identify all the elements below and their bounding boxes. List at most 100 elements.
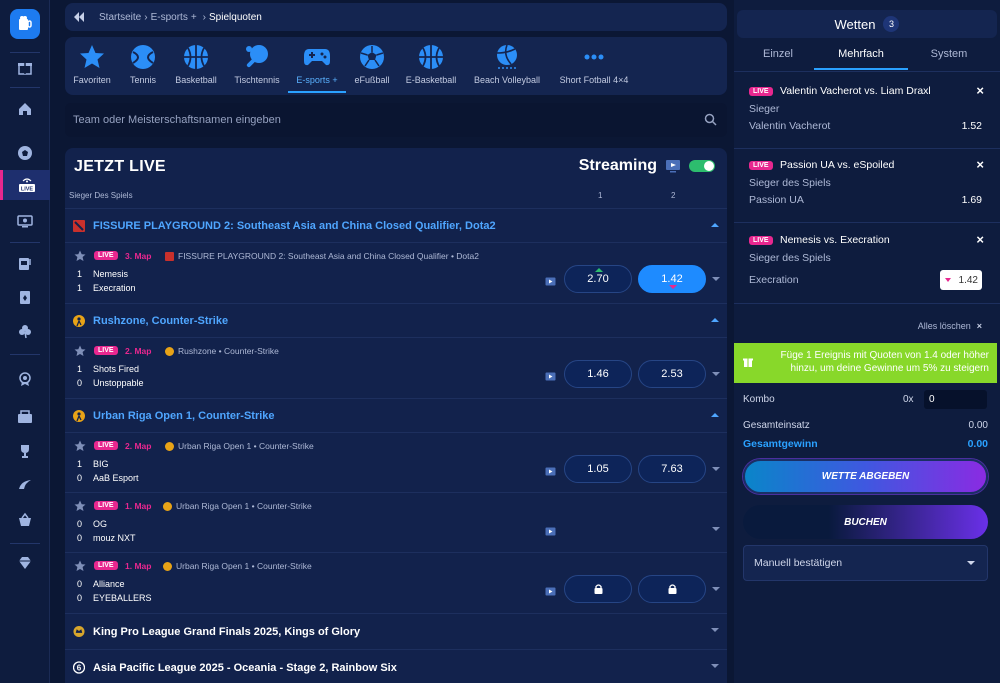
league-header[interactable]: Rushzone, Counter-Strike [65, 303, 727, 337]
live-panel: JETZT LIVE Streaming Sieger Des Spiels 1… [65, 148, 727, 683]
rail-cards[interactable] [0, 282, 50, 312]
league-header[interactable]: Urban Riga Open 1, Counter-Strike [65, 398, 727, 432]
sport-tab-beach-volleyball[interactable]: Beach Volleyball [471, 43, 543, 93]
match-row[interactable]: LIVE 3. Map FISSURE PLAYGROUND 2: Southe… [65, 242, 727, 302]
sport-tab-short-fotball[interactable]: Short Fotball 4×4 [557, 43, 631, 93]
rail-badge[interactable] [0, 364, 50, 394]
favorite-star-icon[interactable] [74, 345, 86, 357]
league-name: Urban Riga Open 1, Counter-Strike [93, 409, 275, 422]
manual-confirm-select[interactable]: Manuell bestätigen [743, 545, 988, 581]
rail-promo[interactable] [0, 470, 50, 500]
rail-shop[interactable] [0, 505, 50, 535]
rail-tickets[interactable] [0, 402, 50, 432]
league-header[interactable]: King Pro League Grand Finals 2025, Kings… [65, 613, 727, 649]
chevron-up-icon[interactable] [711, 316, 719, 324]
rail-gift[interactable] [0, 52, 50, 82]
bet-market: Sieger des Spiels [749, 252, 831, 264]
search-placeholder: Team oder Meisterschaftsnamen eingeben [73, 114, 281, 126]
sport-tab-esports[interactable]: E-sports + [288, 43, 346, 93]
total-win: 0.00 [967, 438, 988, 450]
stream-icon[interactable] [545, 467, 556, 477]
tab-system[interactable]: System [905, 48, 993, 70]
place-bet-button[interactable]: WETTE ABGEBEN [743, 459, 988, 494]
match-row[interactable]: LIVE 1. Map Urban Riga Open 1 • Counter-… [65, 552, 727, 612]
odd-button-2-selected[interactable]: 1.42 [638, 265, 706, 293]
sport-tab-tischtennis[interactable]: Tischtennis [231, 43, 283, 93]
odd-button-1[interactable]: 1.46 [564, 360, 632, 388]
chevron-down-icon[interactable] [712, 525, 720, 533]
rail-live[interactable]: LIVE [0, 170, 50, 200]
bet-event: Passion UA vs. eSpoiled [780, 159, 895, 171]
bet-slip-title[interactable]: Wetten 3 [737, 10, 997, 38]
favorite-star-icon[interactable] [74, 250, 86, 262]
rail-home[interactable] [0, 94, 50, 124]
remove-bet-icon[interactable]: × [976, 83, 984, 98]
stream-icon[interactable] [545, 587, 556, 597]
odd-button-1[interactable]: 1.05 [564, 455, 632, 483]
league-header[interactable]: FISSURE PLAYGROUND 2: Southeast Asia and… [65, 208, 727, 242]
search-icon[interactable] [704, 113, 717, 126]
rail-clover[interactable] [0, 316, 50, 346]
column-header-winner: Sieger Des Spiels [69, 191, 133, 200]
bet-market: Sieger des Spiels [749, 177, 831, 189]
app-logo[interactable] [10, 9, 40, 39]
sport-tab-efussball[interactable]: eFußball [352, 43, 392, 93]
stream-icon[interactable] [545, 527, 556, 537]
breadcrumb-home[interactable]: Startseite [99, 12, 141, 23]
rail-sports[interactable] [0, 138, 50, 168]
match-row[interactable]: LIVE 1. Map Urban Riga Open 1 • Counter-… [65, 492, 727, 552]
match-tournament: FISSURE PLAYGROUND 2: Southeast Asia and… [164, 251, 479, 261]
clear-all-button[interactable]: Alles löschen × [918, 321, 982, 331]
chevron-down-icon[interactable] [711, 662, 719, 670]
stream-icon[interactable] [545, 372, 556, 382]
odd-button-2[interactable]: 7.63 [638, 455, 706, 483]
chevron-down-icon[interactable] [712, 465, 720, 473]
live-badge: LIVE [749, 87, 773, 96]
back-button[interactable] [73, 12, 85, 22]
chevron-down-icon[interactable] [712, 370, 720, 378]
rail-slots[interactable] [0, 248, 50, 278]
bet-event: Valentin Vacherot vs. Liam Draxl [780, 85, 931, 97]
diamond-icon [19, 557, 31, 569]
column-header-2: 2 [671, 191, 676, 200]
sport-tab-favoriten[interactable]: Favoriten [72, 43, 112, 93]
odd-button-1[interactable]: 2.70 [564, 265, 632, 293]
sport-tab-basketball[interactable]: Basketball [173, 43, 219, 93]
remove-bet-icon[interactable]: × [976, 232, 984, 247]
breadcrumb-esports[interactable]: E-sports [151, 12, 188, 23]
live-badge: LIVE [94, 441, 118, 450]
counter-strike-icon [162, 561, 172, 571]
streaming-control: Streaming [579, 157, 715, 175]
rail-vip[interactable] [0, 548, 50, 578]
search-input[interactable]: Team oder Meisterschaftsnamen eingeben [65, 103, 727, 137]
chevron-down-icon[interactable] [712, 275, 720, 283]
streaming-toggle[interactable] [689, 160, 715, 172]
chevron-up-icon[interactable] [711, 221, 719, 229]
rail-divider [10, 354, 40, 355]
league-header[interactable]: 6 Asia Pacific League 2025 - Oceania - S… [65, 649, 727, 683]
sport-tab-ebasketball[interactable]: E-Basketball [404, 43, 458, 93]
odd-button-2[interactable]: 2.53 [638, 360, 706, 388]
tab-mehrfach[interactable]: Mehrfach [814, 48, 908, 70]
counter-strike-icon [164, 346, 174, 356]
sport-tab-tennis[interactable]: Tennis [128, 43, 158, 93]
favorite-star-icon[interactable] [74, 440, 86, 452]
favorite-star-icon[interactable] [74, 500, 86, 512]
remove-bet-icon[interactable]: × [976, 157, 984, 172]
stream-icon[interactable] [545, 277, 556, 287]
chevron-down-icon[interactable] [712, 585, 720, 593]
kombo-label: Kombo [743, 394, 775, 405]
league-name: FISSURE PLAYGROUND 2: Southeast Asia and… [93, 219, 496, 232]
chevron-up-icon[interactable] [711, 411, 719, 419]
match-row[interactable]: LIVE 2. Map Rushzone • Counter-Strike 1S… [65, 337, 727, 397]
rail-tv[interactable] [0, 206, 50, 236]
match-row[interactable]: LIVE 2. Map Urban Riga Open 1 • Counter-… [65, 432, 727, 492]
tab-einzel[interactable]: Einzel [734, 48, 822, 70]
star-icon [80, 45, 104, 68]
favorite-star-icon[interactable] [74, 560, 86, 572]
kombo-input[interactable]: 0 [924, 390, 987, 409]
chevron-down-icon[interactable] [711, 626, 719, 634]
rail-trophy[interactable] [0, 436, 50, 466]
team-1: 1 Nemesis [77, 269, 129, 279]
book-button[interactable]: BUCHEN [743, 505, 988, 539]
